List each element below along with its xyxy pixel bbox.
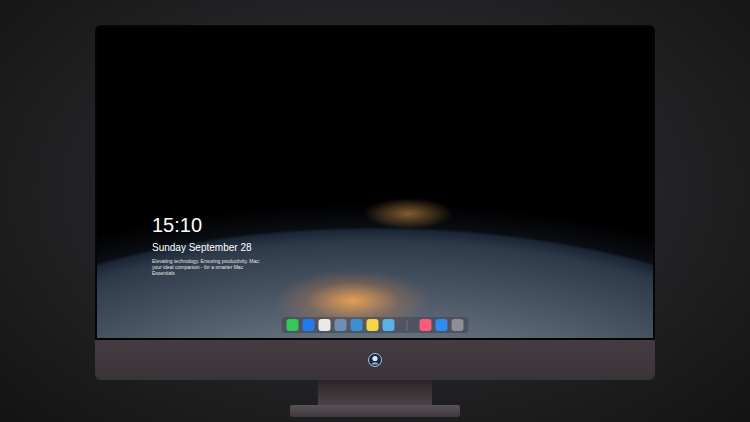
clock-time: 15:10 xyxy=(152,213,264,237)
lock-screen: 15:10 Sunday September 28 Elevating techno… xyxy=(97,27,653,338)
dock-app-icon[interactable] xyxy=(351,319,363,331)
monitor: 15:10 Sunday September 28 Elevating techno… xyxy=(95,25,655,422)
dock-app-icon[interactable] xyxy=(420,319,432,331)
monitor-stand xyxy=(318,380,432,405)
screen-bezel: 15:10 Sunday September 28 Elevating techno… xyxy=(95,25,655,340)
avatar-logo-icon xyxy=(368,353,382,367)
dock-app-icon[interactable] xyxy=(319,319,331,331)
dock-app-icon[interactable] xyxy=(383,319,395,331)
dock-app-icon[interactable] xyxy=(303,319,315,331)
monitor-base xyxy=(290,405,460,417)
dock-separator xyxy=(407,320,408,331)
clock-date: Sunday September 28 xyxy=(152,241,264,254)
monitor-chin xyxy=(95,340,655,380)
wallpaper-photo xyxy=(97,27,653,338)
dock-app-icon[interactable] xyxy=(367,319,379,331)
tagline: Elevating technology. Ensuring productiv… xyxy=(152,258,264,276)
dock-app-icon[interactable] xyxy=(287,319,299,331)
dock-app-icon[interactable] xyxy=(436,319,448,331)
mockup-background: 15:10 Sunday September 28 Elevating techno… xyxy=(0,0,750,422)
dock-app-icon[interactable] xyxy=(452,319,464,331)
dock xyxy=(282,317,469,333)
dock-app-icon[interactable] xyxy=(335,319,347,331)
clock-block: 15:10 Sunday September 28 Elevating techno… xyxy=(152,213,264,276)
